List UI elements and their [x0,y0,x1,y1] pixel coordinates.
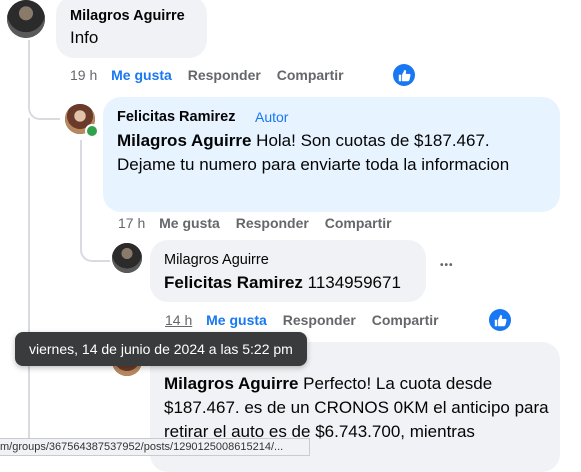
comment-author[interactable]: Milagros Aguirre [70,8,185,24]
comment-author[interactable]: Felicitas Ramirez [117,109,235,125]
comment-text: Felicitas Ramirez 1134959671 [164,273,401,292]
like-reaction-icon[interactable] [489,309,511,331]
comment-actions: 17 h Me gusta Responder Compartir [118,215,392,231]
mention-link[interactable]: Milagros Aguirre [164,374,298,393]
like-reaction-icon[interactable] [393,64,415,86]
mention-link[interactable]: Felicitas Ramirez [164,273,303,292]
comment-bubble: Milagros Aguirre Info [56,0,207,58]
comment-actions: 19 h Me gusta Responder Compartir [70,67,344,83]
share-button[interactable]: Compartir [277,67,344,83]
comment-bubble: Milagros Aguirre Felicitas Ramirez 11349… [150,240,426,302]
author-badge: Autor [255,109,289,125]
comment-text: Info [70,28,99,47]
comment-time[interactable]: 14 h [165,312,192,328]
more-options-icon[interactable]: ••• [440,260,454,271]
comment-time[interactable]: 19 h [70,67,97,83]
comment-time[interactable]: 17 h [118,215,145,231]
comment-text: Milagros Aguirre Perfecto! La cuota desd… [164,374,549,441]
like-button[interactable]: Me gusta [159,215,220,231]
browser-status-url: m/groups/367564387537952/posts/129012500… [0,438,310,456]
avatar[interactable] [7,0,45,38]
online-status-dot [85,124,99,138]
reply-button[interactable]: Responder [188,67,261,83]
comment-actions: 14 h Me gusta Responder Compartir [165,312,439,328]
avatar[interactable] [112,243,142,273]
reply-button[interactable]: Responder [283,312,356,328]
comment-author[interactable]: Milagros Aguirre [164,252,269,268]
reply-button[interactable]: Responder [236,215,309,231]
mention-link[interactable]: Milagros Aguirre [117,131,251,150]
share-button[interactable]: Compartir [325,215,392,231]
comment-text: Milagros Aguirre Hola! Son cuotas de $18… [117,131,510,174]
comment-bubble: Felicitas Ramirez Autor Milagros Aguirre… [103,97,560,212]
timestamp-tooltip: viernes, 14 de junio de 2024 a las 5:22 … [15,332,307,366]
share-button[interactable]: Compartir [372,312,439,328]
thread-line [28,118,32,453]
like-button[interactable]: Me gusta [111,67,172,83]
like-button[interactable]: Me gusta [206,312,267,328]
thread-line [28,40,60,120]
